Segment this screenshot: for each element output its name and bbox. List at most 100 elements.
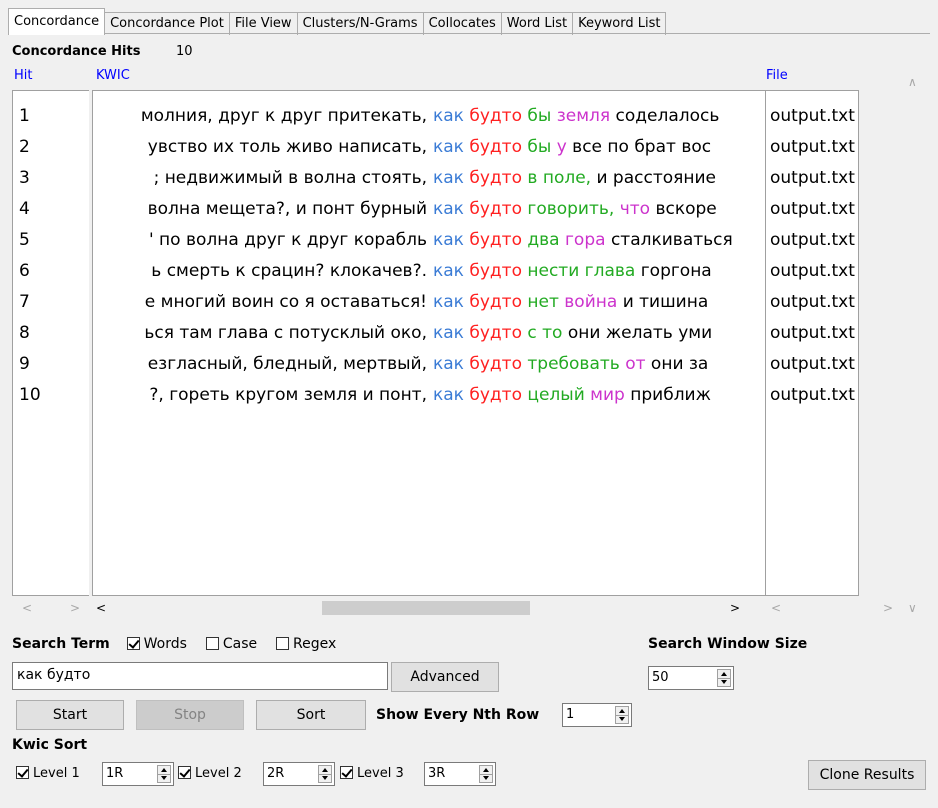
kwic-keyword-2: будто <box>469 199 522 219</box>
hit-number[interactable]: 9 <box>13 349 89 379</box>
kwic-sort-label: Kwic Sort <box>12 737 88 753</box>
level-1-spinner[interactable]: 1R <box>102 762 174 786</box>
file-name[interactable]: output.txt <box>766 318 858 348</box>
hit-number[interactable]: 4 <box>13 194 89 224</box>
hit-number[interactable]: 6 <box>13 256 89 286</box>
kwic-right-context: сталкиваться <box>610 230 733 250</box>
hit-number[interactable]: 7 <box>13 287 89 317</box>
tab-file-view[interactable]: File View <box>229 12 298 35</box>
file-name[interactable]: output.txt <box>766 225 858 255</box>
hit-horizontal-scrollbar[interactable]: < > <box>12 598 88 618</box>
file-horizontal-scrollbar[interactable]: < > <box>765 598 897 618</box>
hit-number[interactable]: 1 <box>13 101 89 131</box>
checkbox-checked-icon[interactable] <box>340 766 353 779</box>
kwic-line[interactable]: увство их толь живо написать, как будто б… <box>93 132 765 162</box>
kwic-right-2: у <box>556 137 567 157</box>
file-name[interactable]: output.txt <box>766 101 858 131</box>
kwic-list[interactable]: молния, друг к друг притекать, как будто … <box>92 90 766 596</box>
kwic-right-context: приближ <box>630 385 711 405</box>
tab-word-list[interactable]: Word List <box>501 12 574 35</box>
search-window-size-spinner[interactable]: 50 <box>648 666 734 690</box>
kwic-horizontal-scrollbar[interactable]: < > <box>92 598 764 618</box>
scroll-right-icon[interactable]: > <box>883 598 893 618</box>
start-button[interactable]: Start <box>16 700 124 730</box>
kwic-line[interactable]: езгласный, бледный, мертвый, как будто тр… <box>93 349 765 379</box>
level-2-spinner[interactable]: 2R <box>263 762 335 786</box>
nth-row-spinner[interactable]: 1 <box>562 703 632 727</box>
file-column-header[interactable]: File <box>766 68 788 83</box>
scroll-left-icon[interactable]: < <box>22 598 32 618</box>
kwic-right-1: целый <box>527 385 585 405</box>
kwic-right-context: вскоре <box>655 199 717 219</box>
checkbox-checked-icon <box>126 637 140 650</box>
tab-concordance[interactable]: Concordance <box>8 8 106 35</box>
kwic-line[interactable]: ?, гореть кругом земля и понт, как будто … <box>93 380 765 410</box>
scroll-right-icon[interactable]: > <box>730 598 740 618</box>
kwic-sort-level-1[interactable]: Level 1 <box>16 766 80 781</box>
file-name[interactable]: output.txt <box>766 349 858 379</box>
kwic-line[interactable]: ' по волна друг к друг корабль как будто … <box>93 225 765 255</box>
concordance-hits-label: Concordance Hits <box>12 44 141 59</box>
concordance-hits-count: 10 <box>176 44 193 59</box>
kwic-left-context: увство их толь живо написать, <box>147 137 427 157</box>
kwic-right-1: два <box>527 230 560 250</box>
kwic-column-header[interactable]: KWIC <box>96 68 130 83</box>
tab-collocates[interactable]: Collocates <box>423 12 502 35</box>
level-3-spinner[interactable]: 3R <box>424 762 496 786</box>
scroll-up-icon[interactable]: ∧ <box>908 72 917 92</box>
hit-number[interactable]: 5 <box>13 225 89 255</box>
kwic-right-2: от <box>625 354 646 374</box>
kwic-right-2: глава <box>584 261 636 281</box>
file-list[interactable]: output.txt output.txt output.txt output.txt… <box>765 90 859 596</box>
sort-button[interactable]: Sort <box>256 700 366 730</box>
scroll-left-icon[interactable]: < <box>771 598 781 618</box>
regex-checkbox[interactable]: Regex <box>276 636 336 652</box>
file-name[interactable]: output.txt <box>766 163 858 193</box>
stop-button[interactable]: Stop <box>136 700 244 730</box>
hit-number[interactable]: 2 <box>13 132 89 162</box>
words-checkbox[interactable]: Words <box>126 636 187 652</box>
kwic-line[interactable]: волна мещета?, и понт бурный как будто го… <box>93 194 765 224</box>
search-input[interactable]: как будто <box>12 662 388 690</box>
scroll-thumb[interactable] <box>322 601 530 615</box>
file-name[interactable]: output.txt <box>766 256 858 286</box>
hit-number[interactable]: 3 <box>13 163 89 193</box>
file-name[interactable]: output.txt <box>766 194 858 224</box>
hit-list[interactable]: 1 2 3 4 5 6 7 8 9 10 <box>12 90 89 596</box>
checkbox-unchecked-icon <box>276 637 290 650</box>
kwic-left-context: волна мещета?, и понт бурный <box>147 199 427 219</box>
scroll-right-icon[interactable]: > <box>70 598 80 618</box>
kwic-keyword-2: будто <box>469 137 522 157</box>
kwic-line[interactable]: ; недвижимый в волна стоять, как будто в … <box>93 163 765 193</box>
kwic-left-context: ; недвижимый в волна стоять, <box>153 168 427 188</box>
checkbox-checked-icon[interactable] <box>16 766 29 779</box>
kwic-line[interactable]: ься там глава с потусклый око, как будто … <box>93 318 765 348</box>
hit-number[interactable]: 10 <box>13 380 89 410</box>
kwic-sort-level-2[interactable]: Level 2 <box>178 766 242 781</box>
clone-results-button[interactable]: Clone Results <box>808 760 926 790</box>
scroll-left-icon[interactable]: < <box>96 598 106 618</box>
hit-column-header[interactable]: Hit <box>14 68 32 83</box>
tab-concordance-plot[interactable]: Concordance Plot <box>105 12 230 35</box>
kwic-keyword-1: как <box>433 385 464 405</box>
hit-number[interactable]: 8 <box>13 318 89 348</box>
scroll-down-icon[interactable]: ∨ <box>908 598 917 618</box>
file-name[interactable]: output.txt <box>766 380 858 410</box>
kwic-line[interactable]: ь смерть к срацин? клокачев?. как будто н… <box>93 256 765 286</box>
kwic-right-1: требовать <box>527 354 620 374</box>
kwic-left-context: молния, друг к друг притекать, <box>140 106 427 126</box>
kwic-sort-level-3[interactable]: Level 3 <box>340 766 404 781</box>
tab-clusters-ngrams[interactable]: Clusters/N-Grams <box>297 12 424 35</box>
vertical-scrollbar[interactable]: ∧ ∨ <box>900 66 926 615</box>
kwic-line[interactable]: е многий воин со я оставаться! как будто … <box>93 287 765 317</box>
tab-keyword-list[interactable]: Keyword List <box>573 12 667 35</box>
file-name[interactable]: output.txt <box>766 287 858 317</box>
kwic-line[interactable]: молния, друг к друг притекать, как будто … <box>93 101 765 131</box>
file-name[interactable]: output.txt <box>766 132 858 162</box>
kwic-keyword-2: будто <box>469 292 522 312</box>
advanced-button[interactable]: Advanced <box>391 662 499 692</box>
case-checkbox[interactable]: Case <box>205 636 257 652</box>
checkbox-checked-icon[interactable] <box>178 766 191 779</box>
kwic-right-1: с то <box>527 323 563 343</box>
kwic-left-context: ься там глава с потусклый око, <box>144 323 427 343</box>
